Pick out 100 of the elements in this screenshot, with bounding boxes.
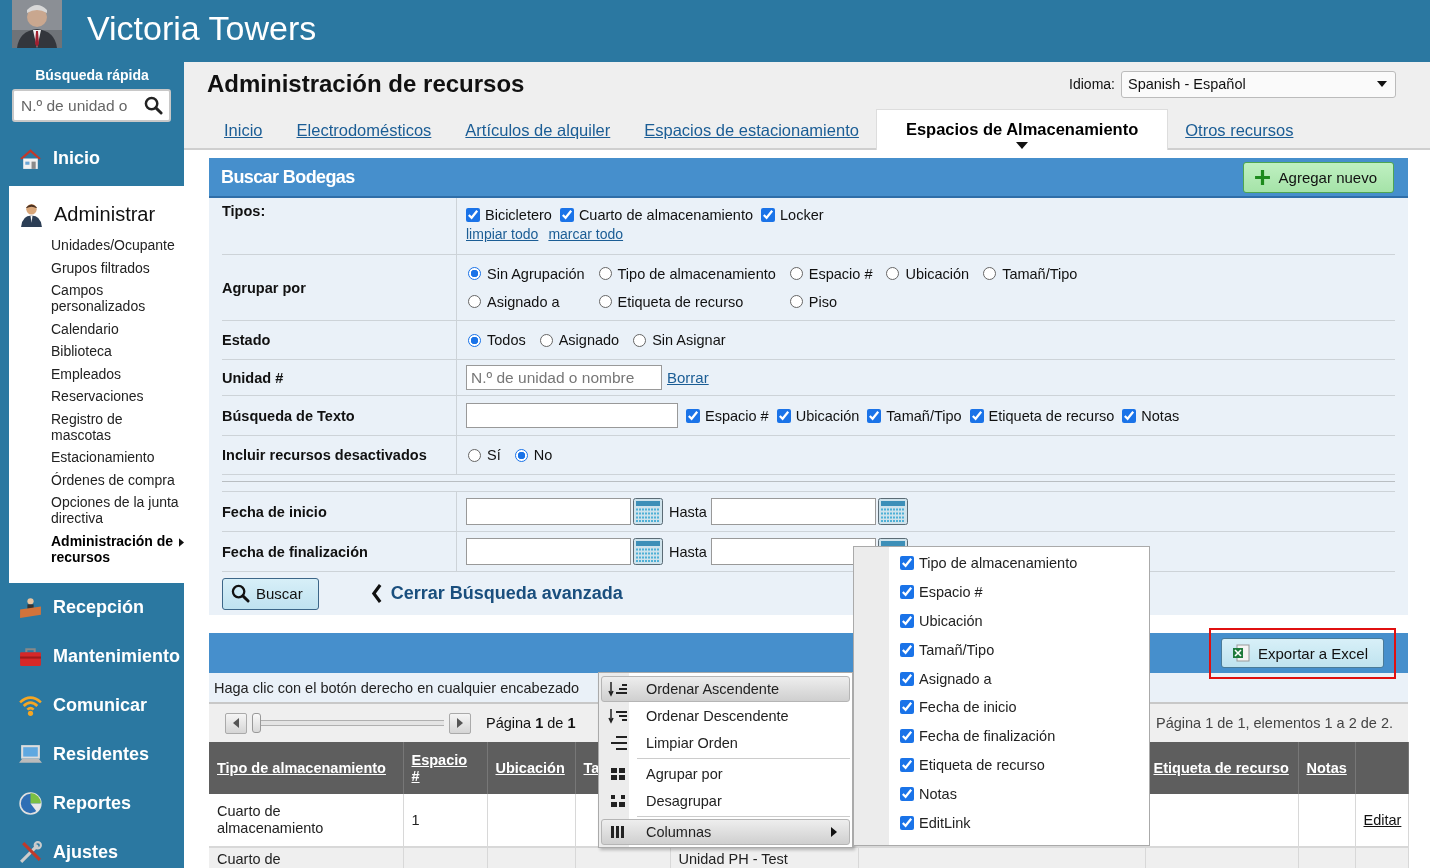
tab[interactable]: Inicio (207, 121, 280, 150)
edit-link[interactable]: Editar (1363, 811, 1402, 828)
radio-button[interactable] (468, 267, 481, 280)
menu-item[interactable]: Asignado a (919, 670, 992, 687)
nav-item[interactable]: Mantenimiento (53, 646, 180, 667)
menu-item[interactable]: Ordenar Ascendente (601, 676, 850, 702)
menu-item[interactable]: Tamañ/Tipo (919, 641, 995, 658)
calendar-icon[interactable] (877, 498, 908, 525)
radio-button[interactable] (633, 333, 647, 347)
nav-item[interactable]: Comunicar (53, 695, 148, 716)
menu-item[interactable]: Espacio # (919, 584, 983, 601)
checkbox[interactable] (900, 700, 914, 715)
next-button[interactable] (449, 712, 471, 734)
checkbox[interactable] (466, 208, 480, 222)
date-field[interactable] (466, 498, 631, 525)
language-dropdown[interactable]: Spanish - Español (1121, 70, 1396, 98)
radio-button[interactable] (514, 448, 528, 462)
radio-button[interactable] (789, 295, 803, 308)
radio-button[interactable] (789, 267, 803, 280)
nav-subitem[interactable]: Calendario (51, 320, 184, 337)
checkbox[interactable] (969, 408, 984, 423)
link[interactable]: marcar todo (548, 226, 624, 242)
nav-item[interactable]: Residentes (53, 744, 150, 765)
checkbox[interactable] (900, 642, 914, 657)
nav-subitem[interactable]: Grupos filtrados (51, 259, 184, 276)
radio-button[interactable] (468, 333, 481, 347)
tab[interactable]: Otros recursos (1168, 121, 1311, 150)
text-search-field[interactable] (466, 403, 678, 428)
menu-item[interactable]: Etiqueta de recurso (919, 756, 1045, 773)
date-field[interactable] (466, 538, 631, 565)
nav-subitem[interactable]: Unidades/Ocupante (51, 237, 184, 253)
checkbox[interactable] (900, 729, 914, 744)
date-field[interactable] (710, 538, 876, 565)
nav-subitem[interactable]: Empleados (51, 365, 184, 382)
nav-subitem[interactable]: Opciones de la junta directiva (51, 494, 184, 526)
menu-item[interactable]: Desagrupar (601, 788, 850, 814)
nav-subitem[interactable]: Reservaciones (51, 388, 184, 404)
menu-item[interactable]: Notas (919, 785, 957, 802)
checkbox[interactable] (559, 208, 574, 222)
radio-button[interactable] (468, 295, 481, 308)
checkbox[interactable] (1122, 408, 1137, 423)
menu-item[interactable]: Ubicación (919, 613, 983, 629)
nav-item[interactable]: Reportes (53, 793, 132, 814)
add-new-button[interactable]: Agregar nuevo (1242, 161, 1394, 193)
tab[interactable]: Espacios de estacionamiento (627, 121, 876, 150)
previous-button[interactable] (225, 712, 247, 734)
checkbox[interactable] (867, 408, 882, 423)
nav-item[interactable]: Inicio (53, 148, 100, 169)
collapse-search-link[interactable]: Cerrar Búsqueda avanzada (390, 583, 623, 604)
nav-subitem[interactable]: Órdenes de compra (51, 471, 184, 488)
field-label: Fecha de finalización (222, 543, 368, 560)
nav-subitem[interactable]: Campos personalizados (51, 282, 184, 314)
checkbox[interactable] (900, 786, 914, 801)
menu-item[interactable]: Fecha de finalización (919, 728, 1056, 745)
quick-search-field[interactable]: N.º de unidad o (12, 89, 171, 122)
language-label: Idioma: (1069, 76, 1115, 92)
menu-item[interactable]: Columnas (601, 819, 850, 845)
clear-link[interactable]: Borrar (667, 369, 709, 386)
menu-item[interactable]: Ordenar Descendente (601, 703, 850, 729)
chevron-left-icon[interactable] (370, 584, 383, 603)
tab[interactable]: Artículos de alquiler (448, 121, 628, 150)
nav-subitem[interactable]: Biblioteca (51, 343, 184, 359)
checkbox[interactable] (686, 408, 700, 423)
checkbox[interactable] (776, 408, 791, 423)
menu-item[interactable]: Tipo de almacenamiento (919, 555, 1078, 572)
search-button[interactable]: Buscar (222, 577, 319, 610)
field-label: Búsqueda de Texto (222, 407, 355, 424)
radio-button[interactable] (983, 267, 997, 280)
unit-field[interactable]: N.º de unidad o nombre (466, 365, 662, 390)
checkbox[interactable] (900, 671, 914, 686)
tab[interactable]: Electrodomésticos (279, 121, 449, 150)
radio-button[interactable] (539, 333, 553, 347)
search-icon[interactable] (144, 96, 163, 115)
tab[interactable]: Espacios de Almacenamiento (875, 109, 1169, 150)
nav-item[interactable]: Ajustes (53, 842, 119, 863)
checkbox[interactable] (900, 556, 914, 571)
checkbox[interactable] (761, 208, 775, 222)
nav-subitem[interactable]: Registro de mascotas (51, 410, 184, 443)
checkbox[interactable] (900, 757, 914, 772)
menu-item[interactable]: EditLink (919, 814, 971, 831)
export-excel-button[interactable]: Exportar a Excel (1220, 638, 1384, 668)
radio-button[interactable] (598, 267, 612, 280)
menu-item[interactable]: Agrupar por (601, 761, 850, 787)
date-field[interactable] (710, 498, 876, 525)
menu-item[interactable]: Limpiar Orden (601, 730, 850, 756)
radio-button[interactable] (468, 448, 481, 462)
checkbox[interactable] (900, 585, 914, 600)
slider-thumb[interactable] (252, 713, 261, 733)
nav-subitem[interactable]: Administración de recursos (51, 532, 184, 565)
nav-subitem[interactable]: Estacionamiento (51, 449, 184, 465)
nav-section-title[interactable]: Administrar (54, 203, 156, 226)
link[interactable]: limpiar todo (466, 226, 539, 242)
menu-item[interactable]: Fecha de inicio (919, 699, 1017, 716)
checkbox[interactable] (900, 815, 914, 830)
nav-item[interactable]: Recepción (53, 597, 145, 618)
radio-button[interactable] (598, 295, 612, 308)
checkbox[interactable] (900, 614, 914, 628)
calendar-icon[interactable] (633, 498, 663, 525)
calendar-icon[interactable] (633, 538, 663, 565)
radio-button[interactable] (886, 267, 900, 280)
